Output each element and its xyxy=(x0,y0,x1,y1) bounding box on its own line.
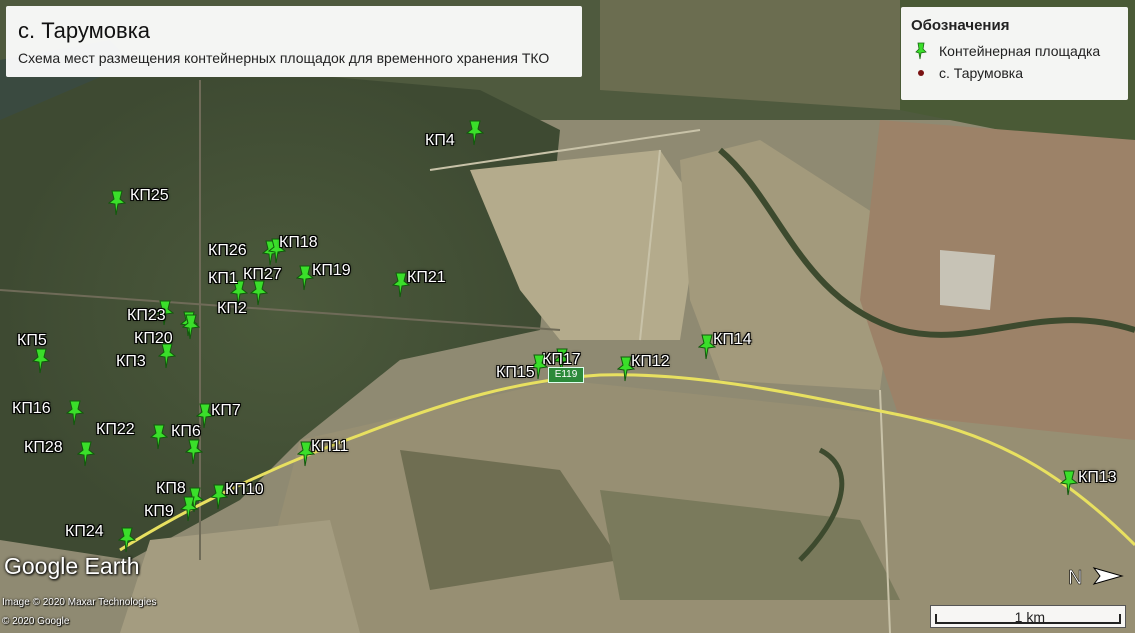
green-pushpin-icon xyxy=(911,42,931,60)
placemark-label[interactable]: КП1 xyxy=(208,270,238,288)
google-earth-logo: Google Earth xyxy=(4,553,140,579)
map-subtitle: Схема мест размещения контейнерных площа… xyxy=(18,50,550,66)
placemark-label[interactable]: КП19 xyxy=(312,262,351,280)
pushpin-icon[interactable] xyxy=(185,439,203,465)
pushpin-icon[interactable] xyxy=(1060,470,1078,496)
placemark-label[interactable]: КП24 xyxy=(65,523,104,541)
scale-bar: 1 km xyxy=(930,605,1126,628)
legend-heading: Обозначения xyxy=(911,17,1010,34)
pushpin-icon[interactable] xyxy=(466,120,484,146)
legend-item-container-site: Контейнерная площадка xyxy=(911,40,1118,62)
pushpin-icon[interactable] xyxy=(32,348,50,374)
placemark-label[interactable]: КП22 xyxy=(96,421,135,439)
map-title: с. Тарумовка xyxy=(18,18,151,43)
pushpin-icon[interactable] xyxy=(66,400,84,426)
legend-item-village: с. Тарумовка xyxy=(911,62,1118,84)
legend-item-label: Контейнерная площадка xyxy=(939,43,1101,59)
pushpin-icon[interactable] xyxy=(108,190,126,216)
legend-item-label: с. Тарумовка xyxy=(939,65,1024,81)
imagery-credit: Image © 2020 Maxar Technologies xyxy=(2,597,157,608)
placemark-label[interactable]: КП25 xyxy=(130,187,169,205)
scale-bar-line xyxy=(935,614,1121,624)
north-label: N xyxy=(1068,567,1082,589)
copyright-text: © 2020 Google xyxy=(2,616,70,627)
pushpin-icon[interactable] xyxy=(182,314,200,340)
placemark-label[interactable]: КП21 xyxy=(407,269,446,287)
pushpin-icon[interactable] xyxy=(180,496,198,522)
placemark-label[interactable]: КП2 xyxy=(217,300,247,318)
placemark-label[interactable]: КП10 xyxy=(225,481,264,499)
placemark-label[interactable]: КП28 xyxy=(24,439,63,457)
pushpin-icon[interactable] xyxy=(77,441,95,467)
placemark-label[interactable]: КП4 xyxy=(425,132,455,150)
placemark-label[interactable]: КП13 xyxy=(1078,469,1117,487)
placemark-label[interactable]: КП23 xyxy=(127,307,166,325)
placemark-label[interactable]: КП11 xyxy=(311,438,348,456)
placemark-label[interactable]: КП12 xyxy=(631,353,670,371)
placemark-label[interactable]: КП18 xyxy=(279,234,318,252)
title-panel: с. Тарумовка Схема мест размещения конте… xyxy=(6,6,582,77)
placemark-label[interactable]: КП3 xyxy=(116,353,146,371)
pushpin-icon[interactable] xyxy=(158,343,176,369)
placemark-label[interactable]: КП6 xyxy=(171,423,201,441)
placemark-label[interactable]: КП16 xyxy=(12,400,51,418)
placemark-label[interactable]: КП9 xyxy=(144,503,174,521)
legend-panel: Обозначения Контейнерная площадка с. Тар… xyxy=(901,7,1128,100)
placemark-label[interactable]: КП7 xyxy=(211,402,241,420)
north-arrow-icon[interactable]: N xyxy=(1066,562,1126,590)
placemark-label[interactable]: КП26 xyxy=(208,242,247,260)
placemark-label[interactable]: КП27 xyxy=(243,266,282,284)
placemark-label[interactable]: КП15 xyxy=(496,364,535,382)
placemark-label[interactable]: КП5 xyxy=(17,332,47,350)
pushpin-icon[interactable] xyxy=(118,527,136,553)
dark-red-dot-icon xyxy=(911,70,931,76)
road-number-badge: Е119 xyxy=(548,367,584,383)
pushpin-icon[interactable] xyxy=(150,424,168,450)
placemark-label[interactable]: КП14 xyxy=(713,331,752,349)
